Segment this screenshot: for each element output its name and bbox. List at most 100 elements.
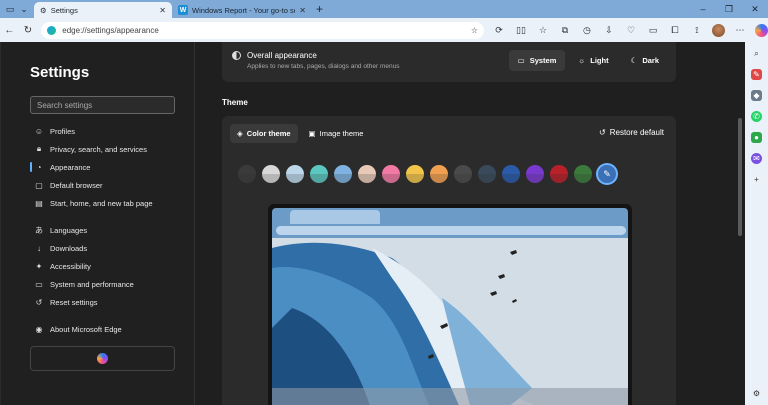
gear-icon: ⚙ xyxy=(40,5,47,15)
nav-gap xyxy=(34,212,184,221)
sidebar-item-default-browser[interactable]: ▢ Default browser xyxy=(34,176,184,194)
tab-windows-report[interactable]: W Windows Report - Your go-to sou ✕ xyxy=(172,2,312,18)
address-bar-row: ← ↻ edge://settings/appearance ☆ ⟳ ▯▯ ☆ … xyxy=(0,18,768,42)
games-icon[interactable]: ● xyxy=(751,132,762,143)
mode-label: System xyxy=(529,56,557,65)
color-swatches: ✎ xyxy=(238,165,616,183)
messenger-icon[interactable]: ✉ xyxy=(751,153,762,164)
address-bar[interactable]: edge://settings/appearance ☆ xyxy=(41,21,484,39)
download-icon: ↓ xyxy=(37,243,41,253)
color-swatch[interactable] xyxy=(454,165,472,183)
refresh-page-icon[interactable]: ⟳ xyxy=(488,25,510,36)
new-tab-button[interactable]: + xyxy=(316,2,323,16)
color-swatch[interactable] xyxy=(478,165,496,183)
sun-icon: ☼ xyxy=(578,56,586,65)
search-icon[interactable]: ⌕ xyxy=(751,48,762,59)
share-icon[interactable]: ⟟ xyxy=(686,25,708,36)
color-swatch[interactable] xyxy=(238,165,256,183)
sidebar-item-label: Start, home, and new tab page xyxy=(50,198,153,208)
sidebar-item-appearance[interactable]: ◔ Appearance xyxy=(30,158,184,176)
favorites-icon[interactable]: ☆ xyxy=(532,25,554,36)
preview-image xyxy=(272,238,628,405)
monitor-icon: ▭ xyxy=(517,56,525,65)
mode-label: Dark xyxy=(642,56,659,65)
star-icon[interactable]: ☆ xyxy=(471,26,478,35)
close-icon[interactable]: ✕ xyxy=(299,6,306,15)
sidebar-item-system[interactable]: ▭ System and performance xyxy=(34,275,184,293)
gear-icon[interactable]: ⚙ xyxy=(751,388,762,399)
sidebar-item-accessibility[interactable]: ✦ Accessibility xyxy=(34,257,184,275)
close-icon[interactable]: ✕ xyxy=(159,6,166,15)
moon-icon: ☾ xyxy=(630,56,638,65)
home-icon: ▤ xyxy=(35,198,43,208)
sidebar-item-start-home[interactable]: ▤ Start, home, and new tab page xyxy=(34,194,184,212)
extensions-icon[interactable]: ⧠ xyxy=(664,25,686,36)
add-icon[interactable]: + xyxy=(751,174,762,185)
whatsapp-icon[interactable]: ✆ xyxy=(751,111,762,122)
sidebar-item-label: System and performance xyxy=(50,279,134,289)
mode-light-button[interactable]: ☼ Light xyxy=(569,50,617,71)
color-swatch[interactable] xyxy=(334,165,352,183)
color-swatch[interactable] xyxy=(502,165,520,183)
edge-icon: ◉ xyxy=(35,324,43,334)
color-swatch[interactable] xyxy=(286,165,304,183)
collections-icon[interactable]: ⧉ xyxy=(554,25,576,36)
settings-sidebar: Settings ☺ Profiles 🔒︎ Privacy, search, an… xyxy=(1,42,195,405)
tab-image-theme[interactable]: ▣ Image theme xyxy=(302,124,371,143)
restore-icon[interactable]: ❐ xyxy=(716,4,742,15)
sidebar-item-label: Downloads xyxy=(50,243,88,253)
lock-icon: 🔒︎ xyxy=(36,144,42,153)
downloads-icon[interactable]: ⇩ xyxy=(598,25,620,36)
color-swatch[interactable] xyxy=(430,165,448,183)
preview-toolbar xyxy=(272,208,628,238)
close-window-icon[interactable]: ✕ xyxy=(742,4,768,15)
mode-system-button[interactable]: ▭ System xyxy=(508,50,566,71)
custom-color-swatch[interactable]: ✎ xyxy=(598,165,616,183)
shopping-icon[interactable]: ◆ xyxy=(751,90,762,101)
color-swatch[interactable] xyxy=(310,165,328,183)
back-icon[interactable]: ← xyxy=(0,25,19,36)
chevron-down-icon[interactable]: ⌄ xyxy=(18,3,30,15)
sidebar-item-label: Accessibility xyxy=(50,261,91,271)
color-swatch[interactable] xyxy=(550,165,568,183)
avatar[interactable] xyxy=(711,23,725,37)
more-icon[interactable]: ⋯ xyxy=(729,25,751,36)
restore-default-button[interactable]: ↺ Restore default xyxy=(599,128,664,137)
sidebar-item-profiles[interactable]: ☺ Profiles xyxy=(34,122,184,140)
minimize-icon[interactable]: – xyxy=(690,4,716,14)
color-swatch[interactable] xyxy=(574,165,592,183)
sidebar-item-languages[interactable]: あ Languages xyxy=(34,221,184,239)
sidebar-item-label: Reset settings xyxy=(50,297,98,307)
tools-icon[interactable]: ✎ xyxy=(751,69,762,80)
copilot-button[interactable] xyxy=(30,346,175,371)
color-swatch[interactable] xyxy=(406,165,424,183)
settings-main: Overall appearance Applies to new tabs, … xyxy=(196,42,736,405)
history-icon[interactable]: ◷ xyxy=(576,25,598,36)
sidebar-item-privacy[interactable]: 🔒︎ Privacy, search, and services xyxy=(34,140,184,158)
sidebar-item-about[interactable]: ◉ About Microsoft Edge xyxy=(34,320,184,338)
palette-icon: ◔ xyxy=(36,162,42,172)
scrollbar[interactable] xyxy=(738,118,742,236)
sidebar-item-downloads[interactable]: ↓ Downloads xyxy=(34,239,184,257)
sidebar-item-reset[interactable]: ↺ Reset settings xyxy=(34,293,184,311)
tab-settings[interactable]: ⚙ Settings ✕ xyxy=(34,2,172,18)
sidebar-item-label: Appearance xyxy=(50,162,91,172)
tab-strip: ▭ ⌄ ⚙ Settings ✕ W Windows Report - Your… xyxy=(0,0,768,18)
refresh-icon[interactable]: ↻ xyxy=(19,25,38,36)
color-swatch[interactable] xyxy=(262,165,280,183)
restore-icon: ↺ xyxy=(599,128,606,137)
screen-cast-icon[interactable]: ▭ xyxy=(642,25,664,36)
color-swatch[interactable] xyxy=(358,165,376,183)
languages-icon: あ xyxy=(35,225,43,235)
tab-color-theme[interactable]: ◈ Color theme xyxy=(230,124,298,143)
copilot-icon[interactable] xyxy=(754,23,768,37)
split-screen-icon[interactable]: ▯▯ xyxy=(510,25,532,36)
sidebar-toggle-icon[interactable]: ▭ xyxy=(4,3,16,15)
mode-dark-button[interactable]: ☾ Dark xyxy=(622,50,668,71)
performance-icon[interactable]: ♡ xyxy=(620,25,642,36)
color-swatch[interactable] xyxy=(382,165,400,183)
iceberg-image xyxy=(272,238,628,405)
settings-content: Settings ☺ Profiles 🔒︎ Privacy, search, an… xyxy=(0,42,745,405)
color-swatch[interactable] xyxy=(526,165,544,183)
search-input[interactable] xyxy=(30,96,175,114)
